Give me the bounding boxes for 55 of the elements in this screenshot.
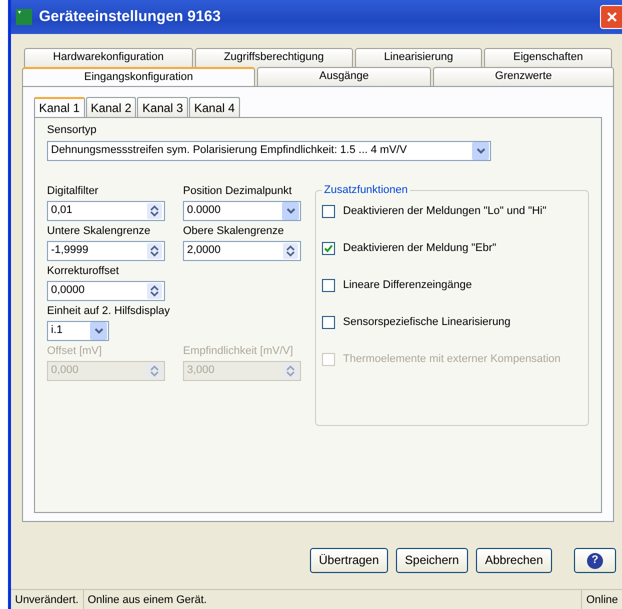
spinner-arrows-icon[interactable]	[147, 282, 162, 299]
spin-field[interactable]: 0,0000	[47, 280, 165, 301]
checkbox[interactable]	[322, 316, 335, 330]
tab[interactable]: Hardwarekonfiguration	[24, 48, 193, 67]
tab[interactable]: Kanal 1	[34, 96, 85, 117]
tab[interactable]: Grenzwerte	[432, 66, 614, 86]
tab[interactable]: Ausgänge	[257, 66, 431, 86]
dialog-button[interactable]: Speichern	[396, 548, 468, 573]
checkbox[interactable]	[322, 242, 335, 256]
tab[interactable]: Eigenschaften	[484, 48, 612, 67]
field-label: Korrekturoffset	[47, 264, 120, 279]
spinner-arrows-icon[interactable]	[147, 242, 162, 259]
spinner-arrows-icon	[283, 362, 298, 379]
field-label: Position Dezimalpunkt	[183, 184, 293, 199]
field-label: Sensortyp	[47, 124, 98, 138]
checkbox-label: Deaktivieren der Meldung "Ebr"	[343, 242, 496, 256]
spinner-arrows-icon[interactable]	[147, 202, 162, 219]
spin-field[interactable]: 2,0000	[183, 240, 301, 261]
spin-field[interactable]: 0,01	[47, 200, 165, 221]
field-label: Digitalfilter	[47, 184, 100, 199]
tab[interactable]: Kanal 2	[86, 96, 136, 117]
tab[interactable]: Zugriffsberechtigung	[194, 48, 353, 67]
spinner-arrows-icon	[147, 362, 162, 379]
checkbox[interactable]	[322, 205, 335, 218]
dialog-button[interactable]: Abbrechen	[476, 548, 552, 573]
app-icon	[15, 8, 33, 26]
checkbox-label: Sensorspeziefische Linearisierung	[343, 316, 511, 330]
spin-field: 3,000	[183, 360, 301, 381]
tab[interactable]: Eingangskonfiguration	[22, 66, 256, 86]
field-label: Empfindlichkeit [mV/V]	[183, 344, 294, 359]
tab[interactable]: Kanal 4	[189, 96, 240, 117]
field-label: Obere Skalengrenze	[183, 224, 285, 239]
dropdown[interactable]: 0.0000	[183, 200, 301, 221]
spinner-arrows-icon[interactable]	[283, 242, 298, 259]
tab[interactable]: Linearisierung	[354, 48, 482, 67]
checkbox-label: Deaktivieren der Meldungen "Lo" und "Hi"	[343, 204, 546, 219]
status-text: Unverändert.	[11, 590, 84, 609]
help-button[interactable]: ?	[574, 548, 616, 573]
checkbox-label: Lineare Differenzeingänge	[343, 278, 472, 293]
status-text: Online aus einem Gerät.	[84, 590, 582, 609]
checkbox[interactable]	[322, 279, 335, 292]
spin-field[interactable]: -1,9999	[47, 240, 165, 261]
field-label: Offset [mV]	[47, 344, 103, 359]
close-icon	[606, 10, 618, 23]
dialog-button[interactable]: Übertragen	[310, 548, 388, 573]
checkbox-label: Thermoelemente mit externer Kompensation	[343, 352, 561, 367]
sensor-type-dropdown[interactable]: Dehnungsmessstreifen sym. Polarisierung Empfindlichkeit: 1.5 ... 4 mV/V	[47, 140, 491, 161]
tab[interactable]: Kanal 3	[137, 96, 188, 117]
field-label: Untere Skalengrenze	[47, 224, 152, 239]
window-title: Geräteeinstellungen 9163	[39, 8, 221, 26]
status-text: Online	[585, 593, 619, 608]
spin-field: 0,000	[47, 360, 165, 381]
field-label: Einheit auf 2. Hilfsdisplay	[47, 304, 171, 319]
close-button[interactable]	[600, 4, 622, 29]
dropdown[interactable]: i.1	[47, 320, 109, 341]
